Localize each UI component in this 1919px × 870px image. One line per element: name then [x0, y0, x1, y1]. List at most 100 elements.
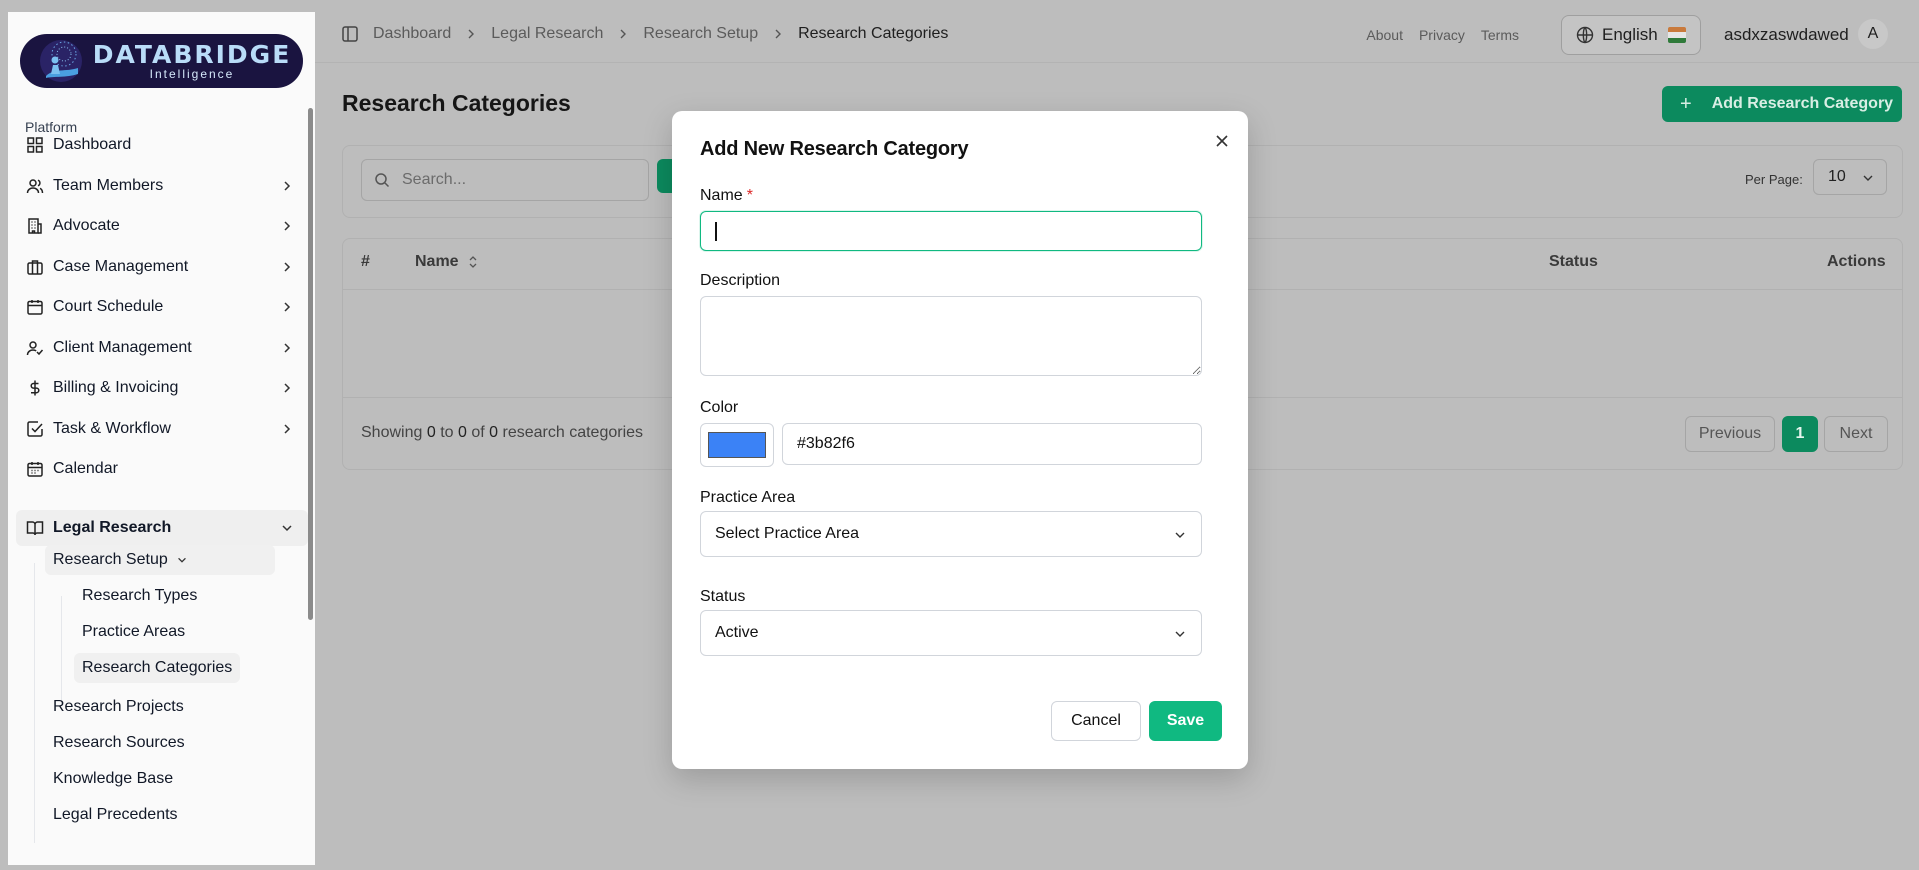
briefcase-icon [26, 258, 44, 276]
save-button[interactable]: Save [1149, 701, 1222, 741]
sidebar-item-legal-research[interactable]: Legal Research [16, 510, 308, 546]
sidebar-subitem-research-setup[interactable]: Research Setup [45, 545, 275, 575]
description-textarea[interactable] [700, 296, 1202, 376]
breadcrumb-legal-research[interactable]: Legal Research [491, 25, 603, 43]
sidebar-item-case-management[interactable]: Case Management [16, 249, 308, 285]
breadcrumb-research-setup[interactable]: Research Setup [643, 25, 758, 43]
cancel-button[interactable]: Cancel [1051, 701, 1141, 741]
avatar[interactable]: A [1858, 19, 1888, 49]
brand-text: DATABRIDGE Intelligence [92, 42, 292, 81]
breadcrumb-dashboard[interactable]: Dashboard [373, 25, 451, 43]
grid-icon [26, 136, 44, 154]
globe-icon [1576, 26, 1594, 44]
pagination-next-button[interactable]: Next [1824, 416, 1888, 452]
color-label: Color [700, 399, 739, 416]
color-hex-input[interactable]: #3b82f6 [782, 423, 1202, 465]
chevron-right-icon [284, 302, 291, 312]
sidebar-item-client-management[interactable]: Client Management [16, 330, 308, 366]
sidebar-toggle-icon[interactable] [341, 25, 359, 43]
per-page-value: 10 [1828, 168, 1846, 185]
submenu-guide-line [34, 563, 35, 843]
chevron-down-icon [1173, 627, 1187, 641]
sidebar-subitem-research-sources[interactable]: Research Sources [45, 728, 193, 758]
summary-of-word: of [471, 424, 485, 441]
chevron-right-icon [284, 343, 291, 353]
summary-to-word: to [440, 424, 454, 441]
practice-area-value: Select Practice Area [715, 525, 860, 542]
close-icon[interactable] [1211, 130, 1233, 152]
brand-name: DATABRIDGE [92, 40, 292, 69]
sidebar-item-task-workflow[interactable]: Task & Workflow [16, 411, 308, 447]
sidebar-subitem-research-types[interactable]: Research Types [74, 581, 205, 611]
sidebar-subitem-label: Research Setup [53, 551, 168, 568]
sidebar-item-advocate[interactable]: Advocate [16, 208, 308, 244]
add-research-category-button[interactable]: + Add Research Category [1662, 86, 1902, 122]
logo-mark-icon [40, 40, 82, 82]
page-title: Research Categories [342, 90, 571, 116]
name-input[interactable] [700, 211, 1202, 251]
sidebar-item-dashboard[interactable]: Dashboard [16, 127, 308, 163]
sidebar-scrollbar[interactable] [308, 108, 313, 620]
brand-tagline: Intelligence [149, 67, 235, 81]
brand-logo[interactable]: DATABRIDGE Intelligence [20, 34, 303, 88]
users-icon [26, 177, 44, 195]
breadcrumb-current: Research Categories [798, 25, 949, 42]
pagination-previous-button[interactable]: Previous [1685, 416, 1775, 452]
username[interactable]: asdxzaswdawed [1724, 25, 1849, 45]
name-label-text: Name [700, 187, 743, 204]
sidebar-subitem-label: Research Categories [82, 659, 233, 676]
text-cursor [715, 222, 717, 241]
chevron-right-icon [284, 424, 291, 434]
sidebar-item-label: Advocate [53, 217, 120, 234]
modal-title: Add New Research Category [700, 138, 969, 160]
sidebar-subitem-label: Legal Precedents [53, 806, 178, 823]
sidebar-subitem-label: Practice Areas [82, 623, 186, 640]
per-page-label: Per Page: [1745, 172, 1803, 187]
sidebar-item-court-schedule[interactable]: Court Schedule [16, 289, 308, 325]
terms-link[interactable]: Terms [1481, 27, 1519, 43]
dollar-icon [26, 379, 44, 397]
sidebar-subitem-research-projects[interactable]: Research Projects [45, 692, 192, 722]
chevron-down-icon [282, 525, 292, 532]
status-value: Active [715, 624, 759, 641]
sidebar-subitem-knowledge-base[interactable]: Knowledge Base [45, 764, 181, 794]
status-select[interactable]: Active [700, 610, 1202, 656]
sidebar-item-label: Task & Workflow [53, 420, 171, 437]
header-links: About Privacy Terms [1366, 27, 1519, 43]
chevron-right-icon [617, 28, 629, 40]
column-header-name[interactable]: Name [415, 253, 479, 271]
sidebar-item-label: Legal Research [53, 519, 172, 536]
breadcrumb: Dashboard Legal Research Research Setup … [341, 25, 948, 43]
practice-area-select[interactable]: Select Practice Area [700, 511, 1202, 557]
about-link[interactable]: About [1366, 27, 1403, 43]
sidebar: DATABRIDGE Intelligence Platform Dashboa… [8, 12, 315, 865]
chevron-right-icon [284, 262, 291, 272]
add-category-modal: Add New Research Category Name * Descript… [672, 111, 1248, 769]
sidebar-item-label: Court Schedule [53, 298, 164, 315]
sidebar-subitem-research-categories[interactable]: Research Categories [74, 653, 241, 683]
sidebar-item-label: Client Management [53, 339, 192, 356]
add-button-label: Add Research Category [1711, 95, 1894, 112]
search-input[interactable]: Search... [361, 159, 649, 201]
sidebar-subitem-practice-areas[interactable]: Practice Areas [74, 617, 193, 647]
description-label: Description [700, 272, 781, 289]
language-switcher[interactable]: English [1561, 15, 1701, 55]
pagination-page-button[interactable]: 1 [1782, 416, 1818, 452]
chevron-down-icon [1862, 172, 1874, 184]
sidebar-subitem-label: Research Types [82, 587, 198, 604]
chevron-right-icon [772, 28, 784, 40]
sidebar-item-team-members[interactable]: Team Members [16, 168, 308, 204]
sort-icon [469, 256, 477, 268]
calendar-icon [26, 460, 44, 478]
required-asterisk: * [746, 187, 753, 204]
sidebar-item-billing-invoicing[interactable]: Billing & Invoicing [16, 370, 308, 406]
sidebar-item-label: Billing & Invoicing [53, 379, 179, 396]
color-picker[interactable] [700, 423, 774, 467]
chevron-right-icon [284, 221, 291, 231]
summary-prefix: Showing [361, 424, 423, 441]
sidebar-item-calendar[interactable]: Calendar [16, 451, 308, 487]
per-page-select[interactable]: 10 [1813, 159, 1887, 195]
privacy-link[interactable]: Privacy [1419, 27, 1465, 43]
sidebar-subitem-legal-precedents[interactable]: Legal Precedents [45, 800, 186, 830]
column-header-index: # [361, 253, 370, 270]
